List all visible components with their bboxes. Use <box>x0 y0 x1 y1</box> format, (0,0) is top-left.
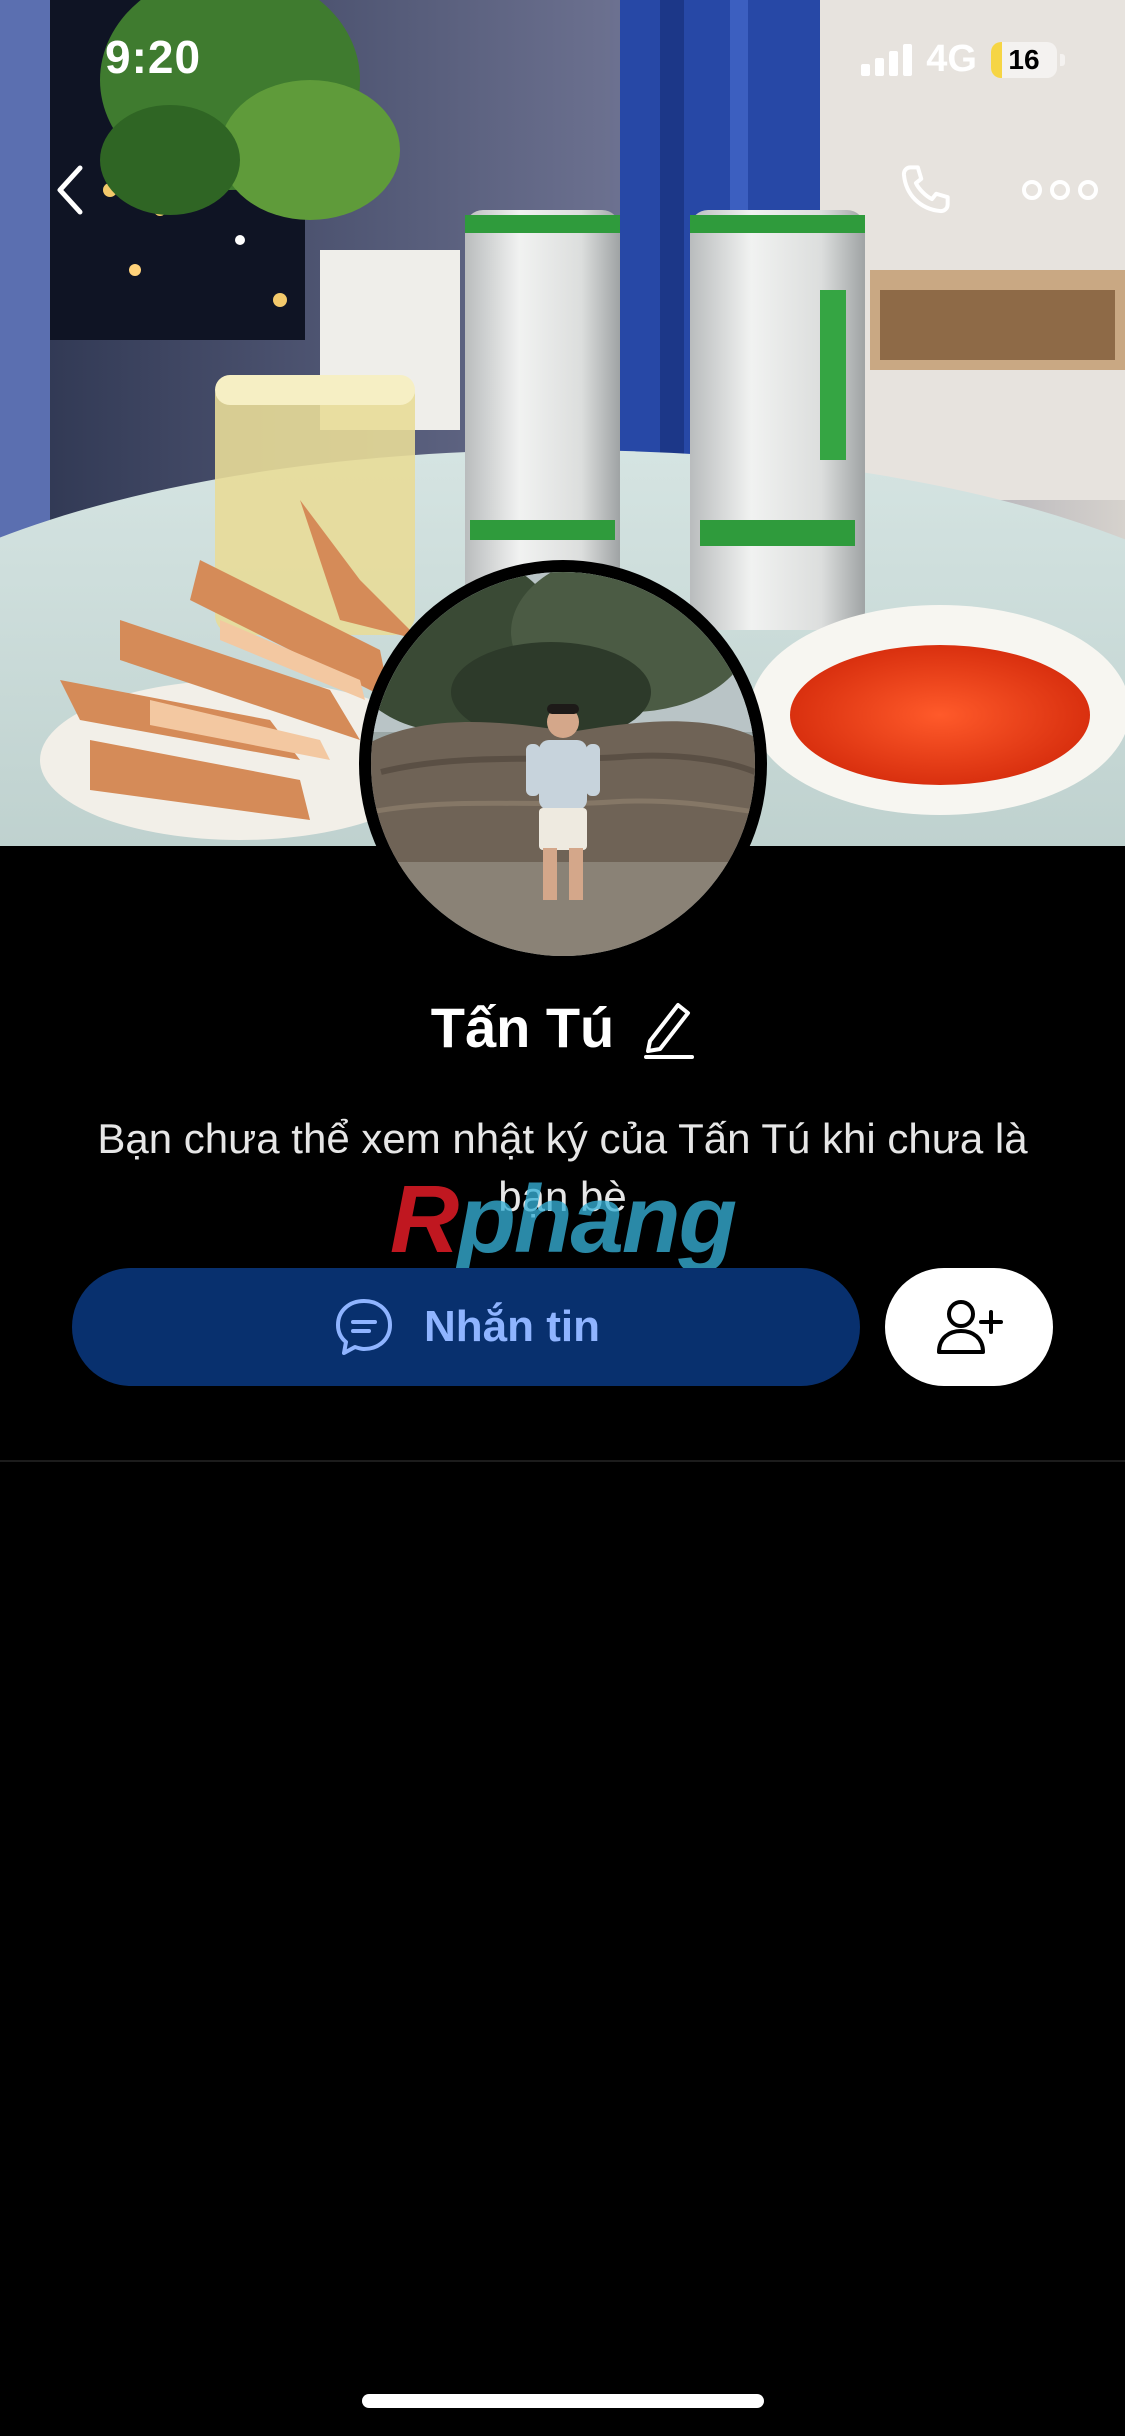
cellular-signal-icon <box>861 43 913 76</box>
profile-screen: 9:20 4G 16 Tấn Tú Bạn chưa thể xem nhật … <box>0 0 1125 2436</box>
status-indicators: 4G 16 <box>861 38 1065 81</box>
edit-name-button[interactable] <box>640 997 695 1059</box>
add-user-icon <box>937 1300 1003 1354</box>
battery-level: 16 <box>1008 43 1040 75</box>
avatar[interactable] <box>359 560 767 968</box>
call-button[interactable] <box>880 150 970 230</box>
section-divider <box>0 1460 1125 1462</box>
more-options-button[interactable] <box>1010 150 1110 230</box>
battery-icon: 16 <box>991 41 1057 78</box>
profile-name: Tấn Tú <box>430 996 615 1059</box>
pencil-icon <box>644 1002 695 1059</box>
home-indicator[interactable] <box>362 2394 764 2408</box>
chat-bubble-icon <box>336 1299 392 1355</box>
status-time: 9:20 <box>105 31 202 83</box>
back-button[interactable] <box>30 150 110 230</box>
phone-icon <box>901 165 950 214</box>
avatar-image <box>371 572 755 956</box>
watermark-logo: Rphang <box>0 1165 1125 1275</box>
add-friend-button[interactable] <box>885 1268 1053 1386</box>
more-horizontal-icon <box>1022 180 1098 200</box>
message-button[interactable]: Nhắn tin <box>72 1268 860 1386</box>
battery-nub <box>1060 53 1065 66</box>
chevron-left-icon <box>57 165 83 215</box>
profile-name-row: Tấn Tú <box>0 995 1125 1060</box>
message-button-label: Nhắn tin <box>424 1302 600 1351</box>
network-type: 4G <box>926 38 977 80</box>
watermark-rest: phang <box>457 1166 737 1273</box>
watermark-first-letter: R <box>389 1166 459 1273</box>
